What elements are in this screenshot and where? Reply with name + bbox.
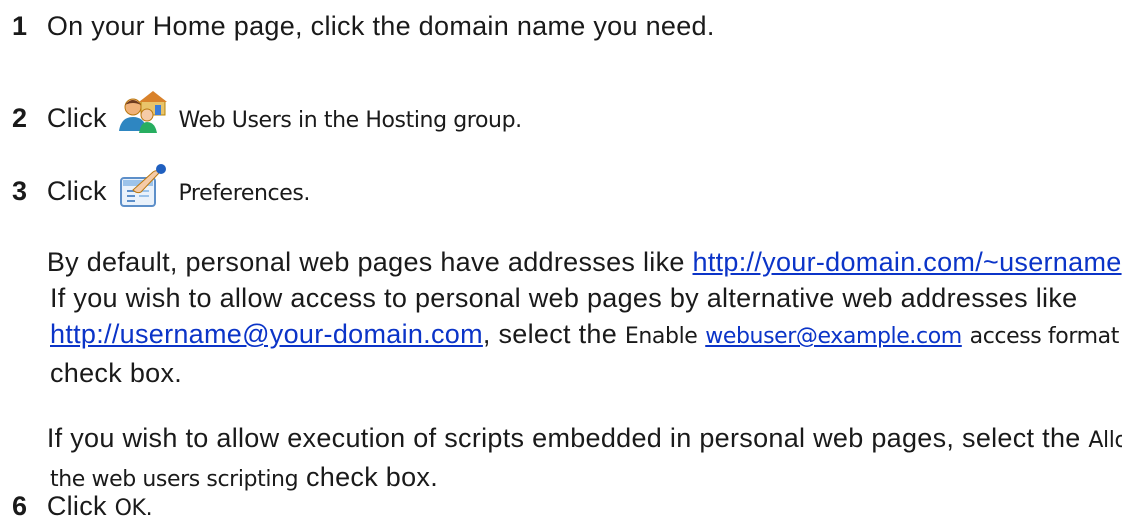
preferences-icon [119,164,167,208]
enable-label: Enable [624,324,698,349]
step-text: If you wish to allow execution of script… [46,423,1089,453]
step-number: 5 [12,420,39,456]
step-number: 1 [12,11,28,41]
step-1: 1 On your Home page, click the domain na… [10,8,1110,44]
ok-label: OK. [114,496,153,521]
step-3: 3 Click Preferences. [10,164,1110,212]
step-5: 5 If you wish to allow execution of scri… [10,420,1122,498]
step-text: By default, personal web pages have addr… [46,247,693,277]
personal-page-url-link[interactable]: http://your-domain.com/~username [693,247,1122,277]
step-text: Click [46,176,107,206]
step-text: Click [46,491,107,521]
step-text: Click [46,103,107,133]
step-number: 3 [12,176,28,206]
step-number: 2 [12,103,28,133]
step-text: On your Home page, click the domain name… [46,11,715,41]
step-text: , select the [482,319,625,349]
web-users-icon [118,91,167,135]
webuser-email-link[interactable]: webuser@example.com [705,324,962,349]
step-number: 4 [12,244,39,280]
step-label: Web Users in the Hosting group. [178,108,522,133]
alternative-url-link[interactable]: http://username@your-domain.com [50,319,483,349]
step-2: 2 Click Web Users in the Hosting group. [10,91,1110,139]
access-format-label: access format [969,324,1120,349]
step-label: Preferences. [178,181,311,206]
step-text: check box. [50,358,183,388]
step-number: 6 [12,491,28,521]
step-4: 4 By default, personal web pages have ad… [10,244,1122,391]
step-6: 6 Click OK. [10,488,1110,527]
